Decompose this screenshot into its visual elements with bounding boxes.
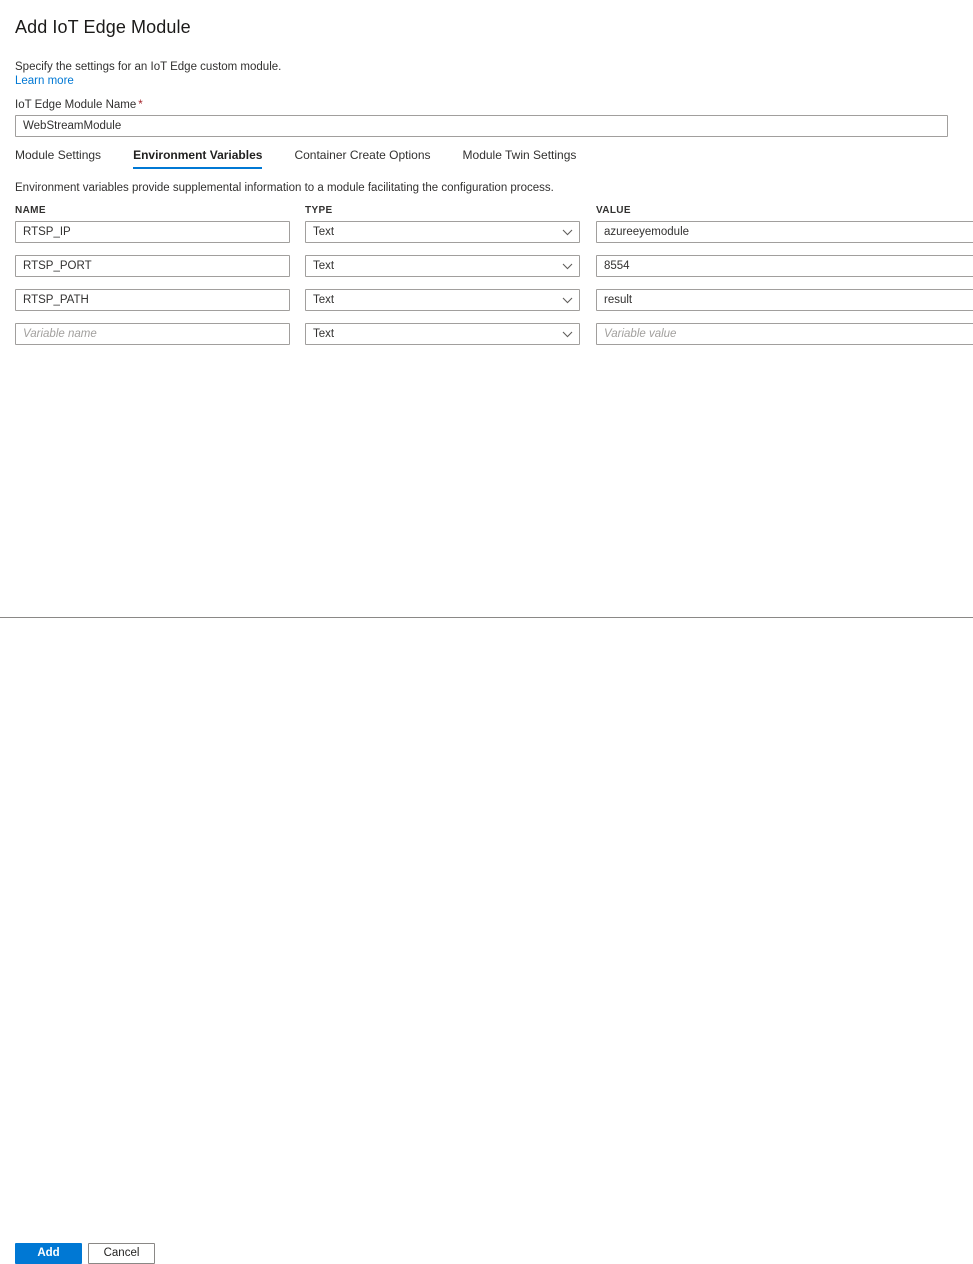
page-title: Add IoT Edge Module: [15, 17, 191, 37]
variable-name-input[interactable]: [15, 221, 290, 243]
variable-type-select[interactable]: Text: [305, 323, 580, 345]
tab-environment-variables[interactable]: Environment Variables: [117, 148, 278, 169]
variable-value-input[interactable]: [596, 323, 973, 345]
module-name-label-text: IoT Edge Module Name: [15, 99, 137, 111]
required-asterisk: *: [138, 99, 143, 111]
column-header-type: TYPE: [305, 205, 333, 216]
module-name-input[interactable]: [15, 115, 948, 137]
add-iot-edge-module-blade: Add IoT Edge Module Specify the settings…: [0, 0, 973, 617]
add-button[interactable]: Add: [15, 1243, 82, 1264]
variable-type-select[interactable]: Text: [305, 221, 580, 243]
variable-type-dropdown[interactable]: Text: [305, 323, 580, 345]
variable-type-select[interactable]: Text: [305, 255, 580, 277]
column-header-name: NAME: [15, 205, 46, 216]
variable-name-input[interactable]: [15, 255, 290, 277]
variable-value-input[interactable]: [596, 221, 973, 243]
variable-type-dropdown[interactable]: Text: [305, 221, 580, 243]
variable-name-input[interactable]: [15, 323, 290, 345]
table-row: Text: [0, 255, 973, 277]
module-name-label: IoT Edge Module Name *: [15, 99, 143, 111]
cancel-button[interactable]: Cancel: [88, 1243, 155, 1264]
environment-variables-description: Environment variables provide supplement…: [15, 182, 554, 194]
tab-module-twin-settings[interactable]: Module Twin Settings: [447, 148, 593, 169]
table-row: Text: [0, 289, 973, 311]
variable-type-dropdown[interactable]: Text: [305, 289, 580, 311]
variable-value-input[interactable]: [596, 289, 973, 311]
variable-type-dropdown[interactable]: Text: [305, 255, 580, 277]
variable-value-input[interactable]: [596, 255, 973, 277]
variable-name-input[interactable]: [15, 289, 290, 311]
tab-module-settings[interactable]: Module Settings: [13, 148, 117, 169]
settings-tablist: Module Settings Environment Variables Co…: [13, 148, 592, 172]
blade-description: Specify the settings for an IoT Edge cus…: [15, 61, 282, 73]
table-row: Text: [0, 221, 973, 243]
table-row: Text: [0, 323, 973, 345]
column-header-value: VALUE: [596, 205, 631, 216]
learn-more-link[interactable]: Learn more: [15, 74, 74, 89]
tab-container-create-options[interactable]: Container Create Options: [278, 148, 446, 169]
variable-type-select[interactable]: Text: [305, 289, 580, 311]
blade-footer: Add Cancel: [0, 618, 973, 1264]
